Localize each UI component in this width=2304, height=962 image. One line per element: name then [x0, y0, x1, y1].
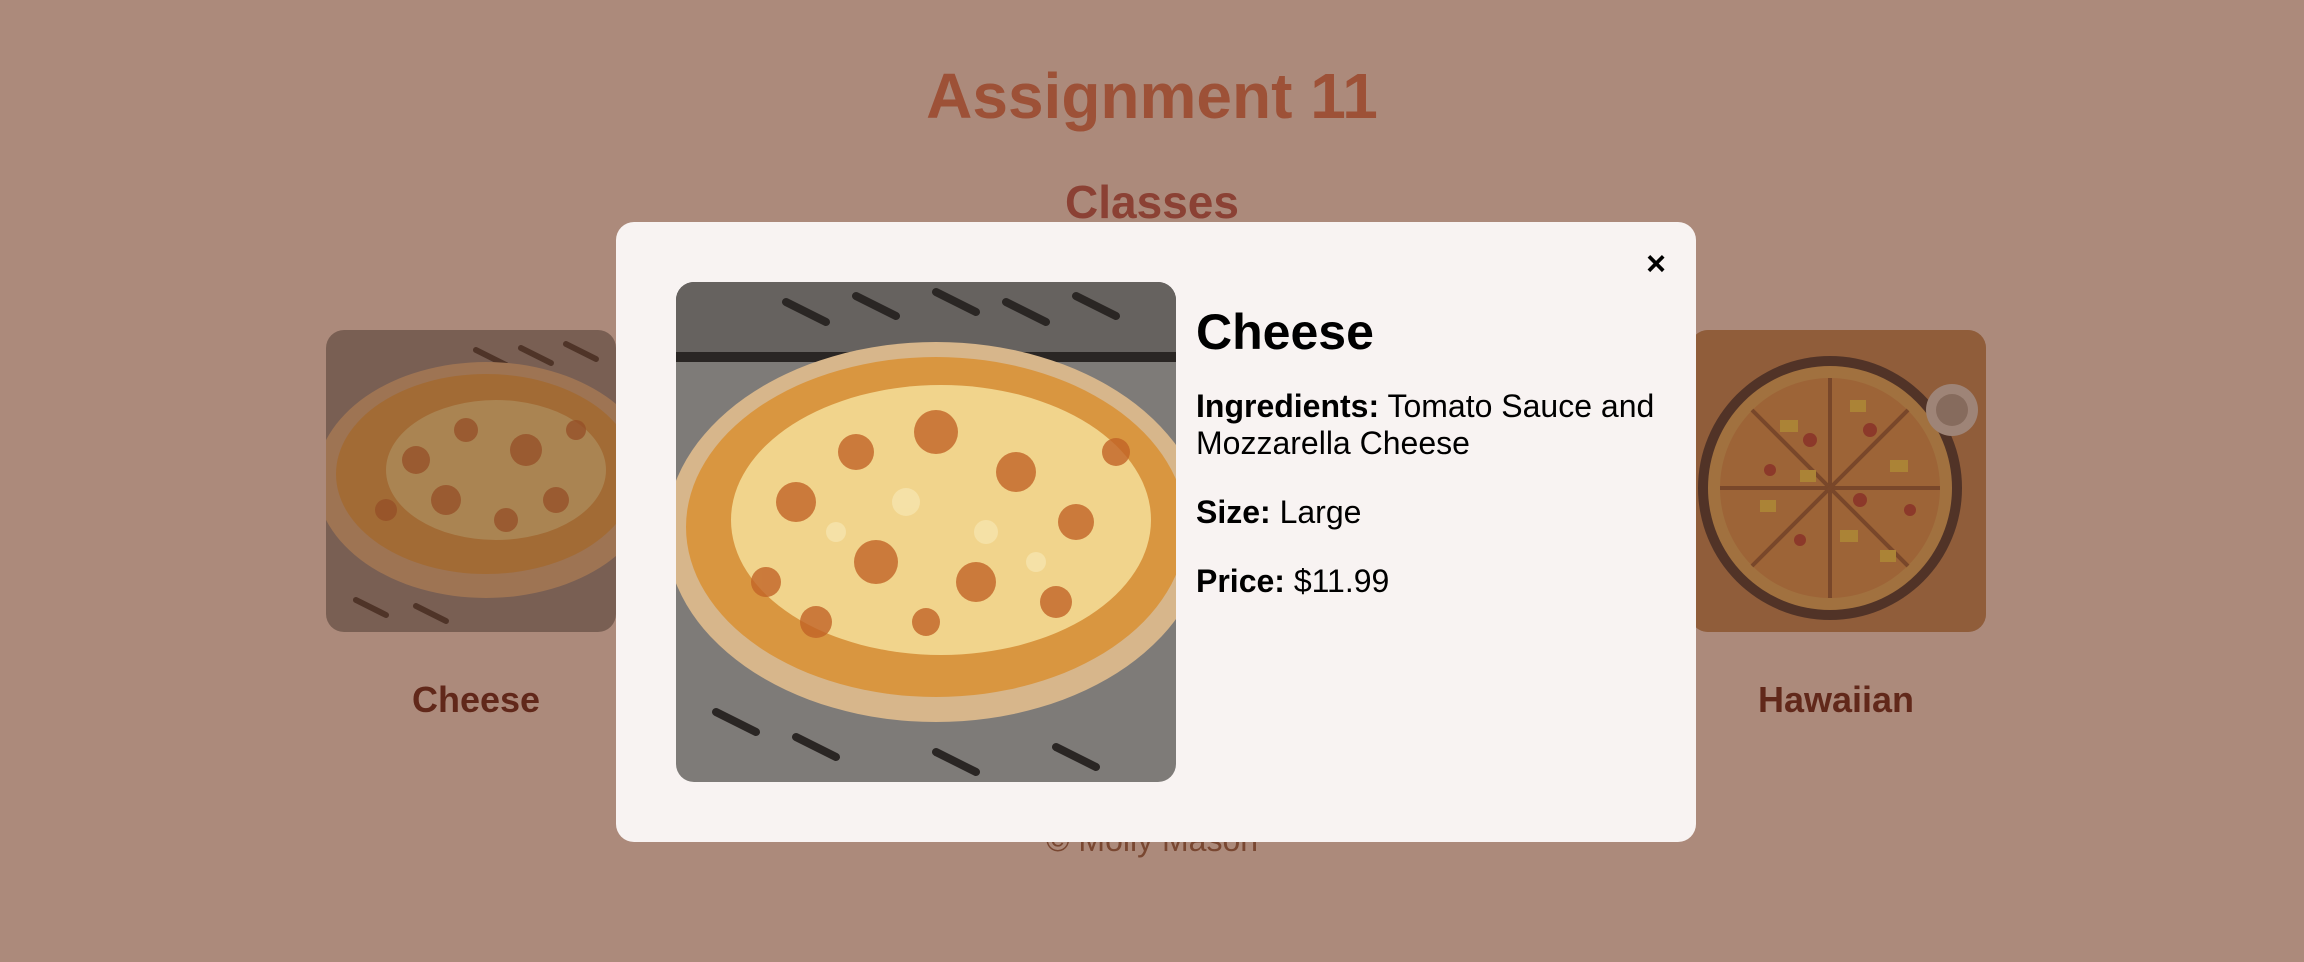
size-value: Large	[1279, 494, 1362, 530]
ingredients-detail: Ingredients: Tomato Sauce and Mozzarella…	[1196, 388, 1676, 462]
size-detail: Size: Large	[1196, 494, 1676, 531]
modal-pizza-image	[676, 282, 1176, 782]
close-button[interactable]: ×	[1636, 244, 1676, 284]
modal-title: Cheese	[1196, 304, 1374, 360]
cheese-pizza-large-image	[676, 282, 1176, 782]
pizza-detail-modal: × Cheese Ingredients: Tomato Sauce and M…	[616, 222, 1696, 842]
pizza-details: Cheese Ingredients: Tomato Sauce and Moz…	[1196, 302, 1676, 632]
price-value: $11.99	[1293, 563, 1390, 599]
ingredients-label: Ingredients:	[1196, 388, 1380, 424]
price-label: Price:	[1196, 563, 1285, 599]
size-label: Size:	[1196, 494, 1271, 530]
price-detail: Price: $11.99	[1196, 563, 1676, 600]
